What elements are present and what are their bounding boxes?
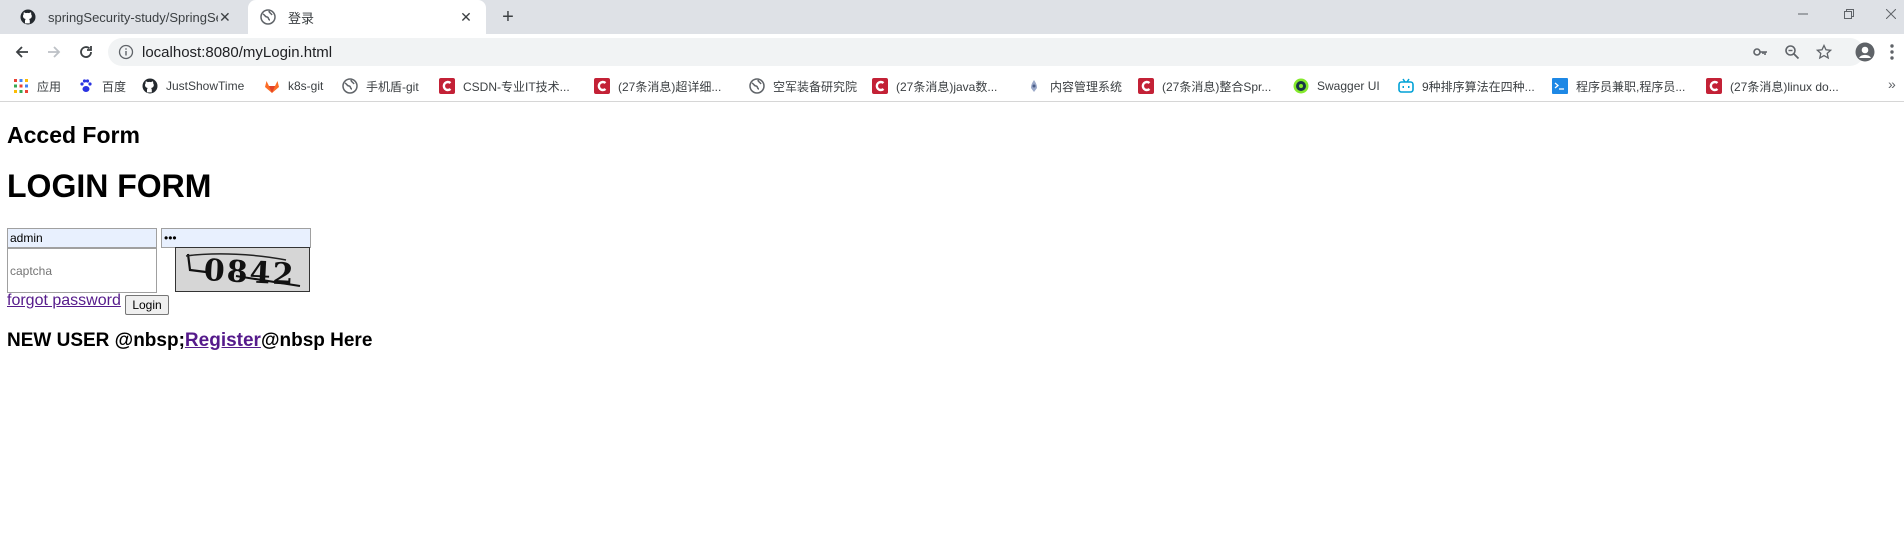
github-icon — [20, 9, 36, 25]
minimize-icon[interactable] — [1780, 0, 1826, 28]
bookmark-sorting[interactable]: 9种排序算法在四种... — [1398, 78, 1535, 94]
bookmarks-overflow-button[interactable]: » — [1888, 76, 1896, 92]
bookmark-label: (27条消息)超详细... — [618, 79, 722, 94]
bookmarks-bar: 应用 百度 JustShowTime k8s-git 手机盾-git CSDN-… — [0, 70, 1904, 102]
login-button[interactable]: Login — [125, 295, 169, 315]
captcha-input[interactable] — [7, 248, 157, 293]
reload-icon[interactable] — [72, 38, 100, 66]
back-arrow-icon[interactable] — [8, 38, 36, 66]
terminal-icon — [1552, 78, 1568, 94]
cms-icon — [1026, 78, 1042, 94]
globe-icon — [260, 9, 276, 25]
bookmark-csdn-java[interactable]: (27条消息)java数... — [872, 78, 997, 94]
tab-close-icon[interactable]: ✕ — [218, 9, 232, 25]
bookmark-label: Swagger UI — [1317, 79, 1380, 93]
key-icon[interactable] — [1752, 44, 1768, 60]
page-title: LOGIN FORM — [7, 168, 212, 204]
csdn-icon — [1138, 78, 1154, 94]
csdn-icon — [1706, 78, 1722, 94]
bookmark-label: 9种排序算法在四种... — [1422, 79, 1535, 94]
address-url: localhost:8080/myLogin.html — [142, 44, 333, 61]
captcha-image[interactable]: 0842 — [175, 247, 310, 293]
bookmark-label: k8s-git — [288, 79, 324, 93]
page-subtitle: Acced Form — [7, 122, 140, 148]
bookmark-csdn-spring[interactable]: (27条消息)整合Spr... — [1138, 78, 1271, 94]
window-close-icon[interactable] — [1868, 0, 1904, 28]
tab-close-icon[interactable]: ✕ — [458, 9, 474, 25]
gitlab-icon — [264, 78, 280, 94]
bookmark-label: 内容管理系统 — [1050, 79, 1123, 94]
kebab-menu-icon[interactable] — [1889, 43, 1895, 61]
bookmark-baidu[interactable]: 百度 — [78, 78, 126, 94]
swagger-icon — [1293, 78, 1309, 94]
bookmark-label: (27条消息)java数... — [896, 79, 998, 94]
captcha-text: 0842 — [203, 253, 296, 291]
tab-title: 登录 — [288, 10, 315, 26]
tab-springsecurity[interactable]: springSecurity-study/SpringSecu ✕ — [8, 0, 244, 34]
forgot-password-link[interactable]: forgot password — [7, 292, 121, 310]
globe-icon — [749, 78, 765, 94]
restore-icon[interactable] — [1826, 0, 1872, 28]
bookmark-kongjun[interactable]: 空军装备研究院 — [749, 78, 857, 94]
bookmark-label: CSDN-专业IT技术... — [463, 79, 570, 94]
bookmark-swagger[interactable]: Swagger UI — [1293, 78, 1380, 94]
bookmark-cms[interactable]: 内容管理系统 — [1026, 78, 1122, 94]
address-bar[interactable]: localhost:8080/myLogin.html — [108, 38, 1864, 66]
bookmark-label: (27条消息)整合Spr... — [1162, 79, 1272, 94]
tab-login[interactable]: 登录 ✕ — [248, 0, 486, 34]
apps-grid-icon — [13, 78, 29, 94]
bookmark-label: 手机盾-git — [366, 79, 419, 94]
bookmark-label: 程序员兼职,程序员... — [1576, 79, 1686, 94]
browser-toolbar: localhost:8080/myLogin.html — [0, 34, 1904, 70]
zoom-icon[interactable] — [1784, 44, 1800, 60]
new-user-suffix: @nbsp Here — [260, 330, 373, 351]
bilibili-icon — [1398, 78, 1414, 94]
bookmark-programmer[interactable]: 程序员兼职,程序员... — [1552, 78, 1685, 94]
baidu-paw-icon — [78, 78, 94, 94]
page-content: Acced Form LOGIN FORM 0842 forgot passwo… — [0, 102, 1904, 555]
bookmark-csdn-linux[interactable]: (27条消息)linux do... — [1706, 78, 1839, 94]
forward-arrow-icon[interactable] — [40, 38, 68, 66]
bookmark-csdn-detail[interactable]: (27条消息)超详细... — [594, 78, 721, 94]
register-link[interactable]: Register — [185, 330, 261, 351]
tab-title: springSecurity-study/SpringSecu — [48, 9, 218, 25]
new-tab-button[interactable]: + — [498, 6, 518, 28]
csdn-icon — [594, 78, 610, 94]
bookmark-label: 百度 — [102, 79, 127, 94]
globe-icon — [342, 78, 358, 94]
bookmark-k8s-git[interactable]: k8s-git — [264, 78, 323, 94]
profile-avatar-icon[interactable] — [1855, 42, 1875, 62]
site-info-icon[interactable] — [118, 44, 134, 60]
bookmark-label: JustShowTime — [166, 79, 245, 93]
bookmark-label: (27条消息)linux do... — [1730, 79, 1839, 94]
new-user-prefix: NEW USER @nbsp; — [7, 330, 185, 351]
username-input[interactable] — [7, 228, 157, 248]
csdn-icon — [872, 78, 888, 94]
tab-strip: springSecurity-study/SpringSecu ✕ 登录 ✕ + — [0, 0, 1904, 34]
bookmark-csdn[interactable]: CSDN-专业IT技术... — [439, 78, 570, 94]
bookmark-apps[interactable]: 应用 — [13, 78, 61, 94]
password-input[interactable] — [161, 228, 311, 248]
bookmark-label: 应用 — [37, 79, 62, 94]
bookmark-label: 空军装备研究院 — [773, 79, 858, 94]
new-user-line: NEW USER @nbsp;Register@nbsp Here — [7, 330, 372, 352]
github-icon — [142, 78, 158, 94]
bookmark-shoujidun-git[interactable]: 手机盾-git — [342, 78, 419, 94]
csdn-icon — [439, 78, 455, 94]
bookmark-justshowtime[interactable]: JustShowTime — [142, 78, 244, 94]
bookmark-star-icon[interactable] — [1815, 43, 1833, 60]
